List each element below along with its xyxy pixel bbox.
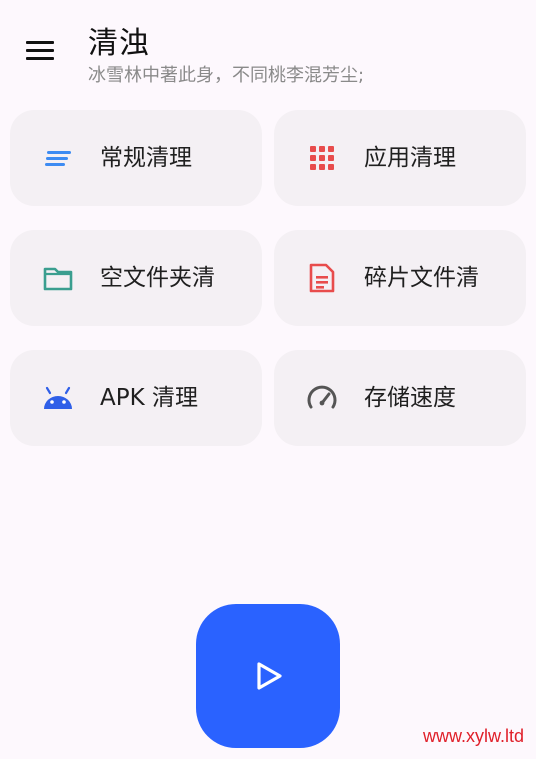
card-fragment-file-clean[interactable]: 碎片文件清 xyxy=(274,230,526,326)
card-label: APK 清理 xyxy=(100,385,198,411)
menu-icon[interactable] xyxy=(18,30,62,70)
card-storage-speed[interactable]: 存储速度 xyxy=(274,350,526,446)
page-subtitle: 冰雪林中著此身，不同桃李混芳尘; xyxy=(88,65,365,86)
watermark: www.xylw.ltd xyxy=(422,726,524,746)
play-icon xyxy=(257,662,282,690)
apps-grid-icon xyxy=(310,146,334,170)
speedometer-icon xyxy=(307,385,337,409)
page-title: 清浊 xyxy=(88,26,150,61)
card-app-clean[interactable]: 应用清理 xyxy=(274,110,526,206)
start-button[interactable] xyxy=(196,604,340,748)
short-text-icon xyxy=(45,151,71,166)
card-regular-clean[interactable]: 常规清理 xyxy=(10,110,262,206)
card-label: 常规清理 xyxy=(100,145,192,171)
card-label: 应用清理 xyxy=(364,145,456,171)
card-label: 碎片文件清 xyxy=(364,265,479,291)
card-label: 空文件夹清 xyxy=(100,265,215,291)
card-empty-folder-clean[interactable]: 空文件夹清 xyxy=(10,230,262,326)
card-label: 存储速度 xyxy=(364,385,456,411)
android-icon xyxy=(44,386,72,409)
document-icon xyxy=(309,263,335,293)
folder-icon xyxy=(43,267,73,291)
card-apk-clean[interactable]: APK 清理 xyxy=(10,350,262,446)
